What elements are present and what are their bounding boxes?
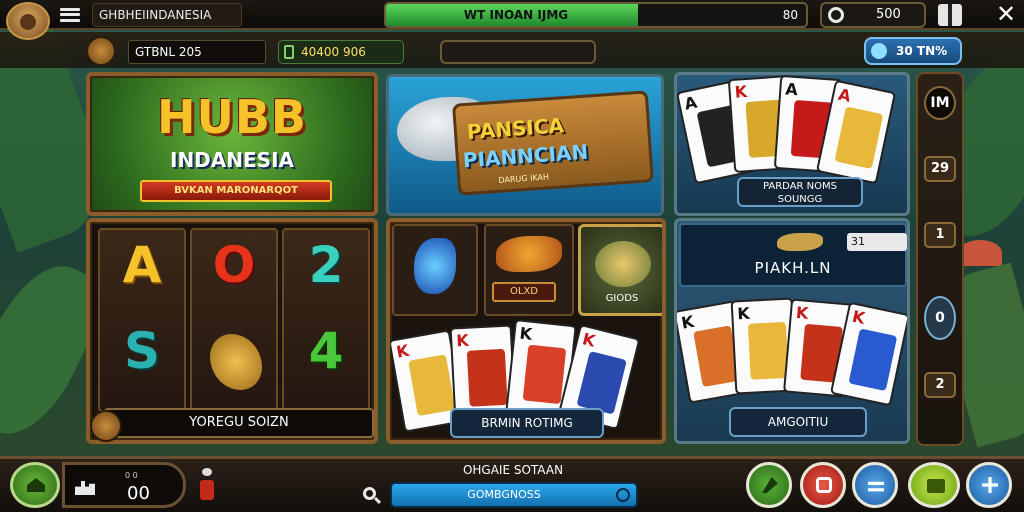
bottom-action-button[interactable] [908, 462, 960, 508]
rail-button[interactable]: 29 [924, 156, 956, 182]
rail-top-button[interactable]: IM [924, 86, 956, 120]
side-rail: IM 29 1 0 2 [916, 72, 964, 446]
wallet-icon [284, 45, 294, 59]
hub-title: HUBB [157, 90, 307, 144]
rail-button[interactable]: 2 [924, 372, 956, 398]
fish-title-line1: PANSICA [466, 113, 565, 144]
game-tile-cards[interactable]: A K A A PARDAR NOMS SOUNGG [674, 72, 910, 216]
notification-icon[interactable] [198, 466, 218, 504]
bottom-field-text: GOMBGNOSS [467, 488, 541, 501]
goods-label: GIODS [605, 293, 639, 304]
slot-reel: A S [98, 228, 186, 412]
cards-label-line2: SOUNGG [777, 194, 823, 205]
mushroom-decoration [958, 240, 1002, 266]
slot-reel: O [190, 228, 278, 412]
golden-shell-symbol [210, 334, 262, 390]
fish-game-sign: PANSICA PIANNCIAN DARUG IKAH [452, 90, 654, 196]
mix-cell [484, 224, 574, 316]
bottom-search-field[interactable]: GOMBGNOSS [390, 482, 638, 508]
cards-label: PARDAR NOMS SOUNGG [737, 177, 863, 207]
slot-symbol: O [212, 236, 256, 294]
goods-tile: GIODS [578, 224, 662, 316]
rail-round-button[interactable]: 0 [924, 296, 956, 340]
game-tile-hub[interactable]: HUBB INDANESIA BVKAN MARONARQOT [86, 72, 378, 216]
cards-label-line1: PARDAR NOMS [763, 181, 837, 192]
game-tile-fish[interactable]: PANSICA PIANNCIAN DARUG IKAH [386, 74, 664, 216]
close-icon[interactable]: ✕ [992, 0, 1020, 28]
slot-symbol: S [123, 322, 160, 380]
coin-icon [828, 7, 844, 23]
bottom-caption: OHGAIE SOTAAN [462, 463, 564, 477]
bottom-action-button[interactable] [966, 462, 1012, 508]
coin-balance[interactable]: 500 [820, 2, 926, 28]
hub-ribbon: BVKAN MARONARQOT [140, 180, 332, 202]
poker-name: PIAKH.LN [754, 259, 832, 277]
fish-icon [777, 233, 823, 251]
fish-emblem [595, 241, 651, 287]
mix-label: BRMIN ROTIMG [450, 408, 604, 438]
fish-title-line2: PIANNCIAN [462, 139, 589, 173]
stat-indicator: 0 0 [125, 471, 138, 480]
bottom-action-button[interactable] [800, 462, 846, 508]
home-icon[interactable] [10, 462, 60, 508]
chart-icon [75, 481, 95, 495]
progress-value: 80 [782, 8, 798, 22]
credit-display[interactable]: 40400 906 [278, 40, 404, 64]
credit-value: 40400 906 [301, 45, 366, 59]
bottom-action-button[interactable] [852, 462, 898, 508]
search-icon[interactable] [362, 486, 382, 506]
slot-symbol: 4 [308, 322, 344, 380]
bottom-action-button[interactable] [746, 462, 792, 508]
coin-badge-icon [90, 410, 122, 442]
fish-subtitle: DARUG IKAH [498, 172, 550, 185]
game-tile-slots[interactable]: A S O 2 4 YOREGU SOIZN [86, 218, 378, 444]
gift-icon[interactable] [938, 4, 962, 26]
player-avatar[interactable] [6, 2, 50, 40]
game-tile-mix[interactable]: OLXD GIODS K K K K BRMIN ROTIMG [386, 218, 666, 444]
slot-symbol: A [122, 236, 162, 294]
blue-seahorse-symbol [414, 238, 456, 294]
level-value: 30 TN% [896, 44, 948, 58]
level-badge[interactable]: 30 TN% [864, 37, 962, 65]
poker-count: 31 [847, 233, 907, 251]
stat-value: 00 [127, 483, 150, 504]
mix-tag: OLXD [492, 282, 556, 302]
rail-button[interactable]: 1 [924, 222, 956, 248]
menu-icon[interactable] [58, 4, 82, 26]
lock-badge-icon[interactable] [86, 36, 116, 66]
poker-header: 31 PIAKH.LN [679, 223, 907, 287]
poker-label: AMGOITIU [729, 407, 867, 437]
game-title: GHBHEIINDANESIA [92, 3, 242, 27]
event-progress-bar: WT INOAN IJMG 80 [384, 2, 808, 28]
mix-cell [392, 224, 478, 316]
player-name: GTBNL 205 [128, 40, 266, 64]
stats-box[interactable]: 0 0 00 [62, 462, 186, 508]
goldfish-symbol [496, 236, 562, 272]
game-tile-poker[interactable]: 31 PIAKH.LN K K K K AMGOITIU [674, 218, 910, 444]
progress-label: WT INOAN IJMG [463, 8, 569, 22]
slot-symbol: 2 [308, 236, 344, 294]
empty-slot-field[interactable] [440, 40, 596, 64]
slots-label: YOREGU SOIZN [104, 408, 374, 438]
level-gem-icon [871, 43, 887, 59]
confirm-icon [616, 488, 630, 502]
slot-reel: 2 4 [282, 228, 370, 412]
hub-subtitle: INDANESIA [170, 148, 294, 172]
coin-value: 500 [876, 7, 901, 22]
